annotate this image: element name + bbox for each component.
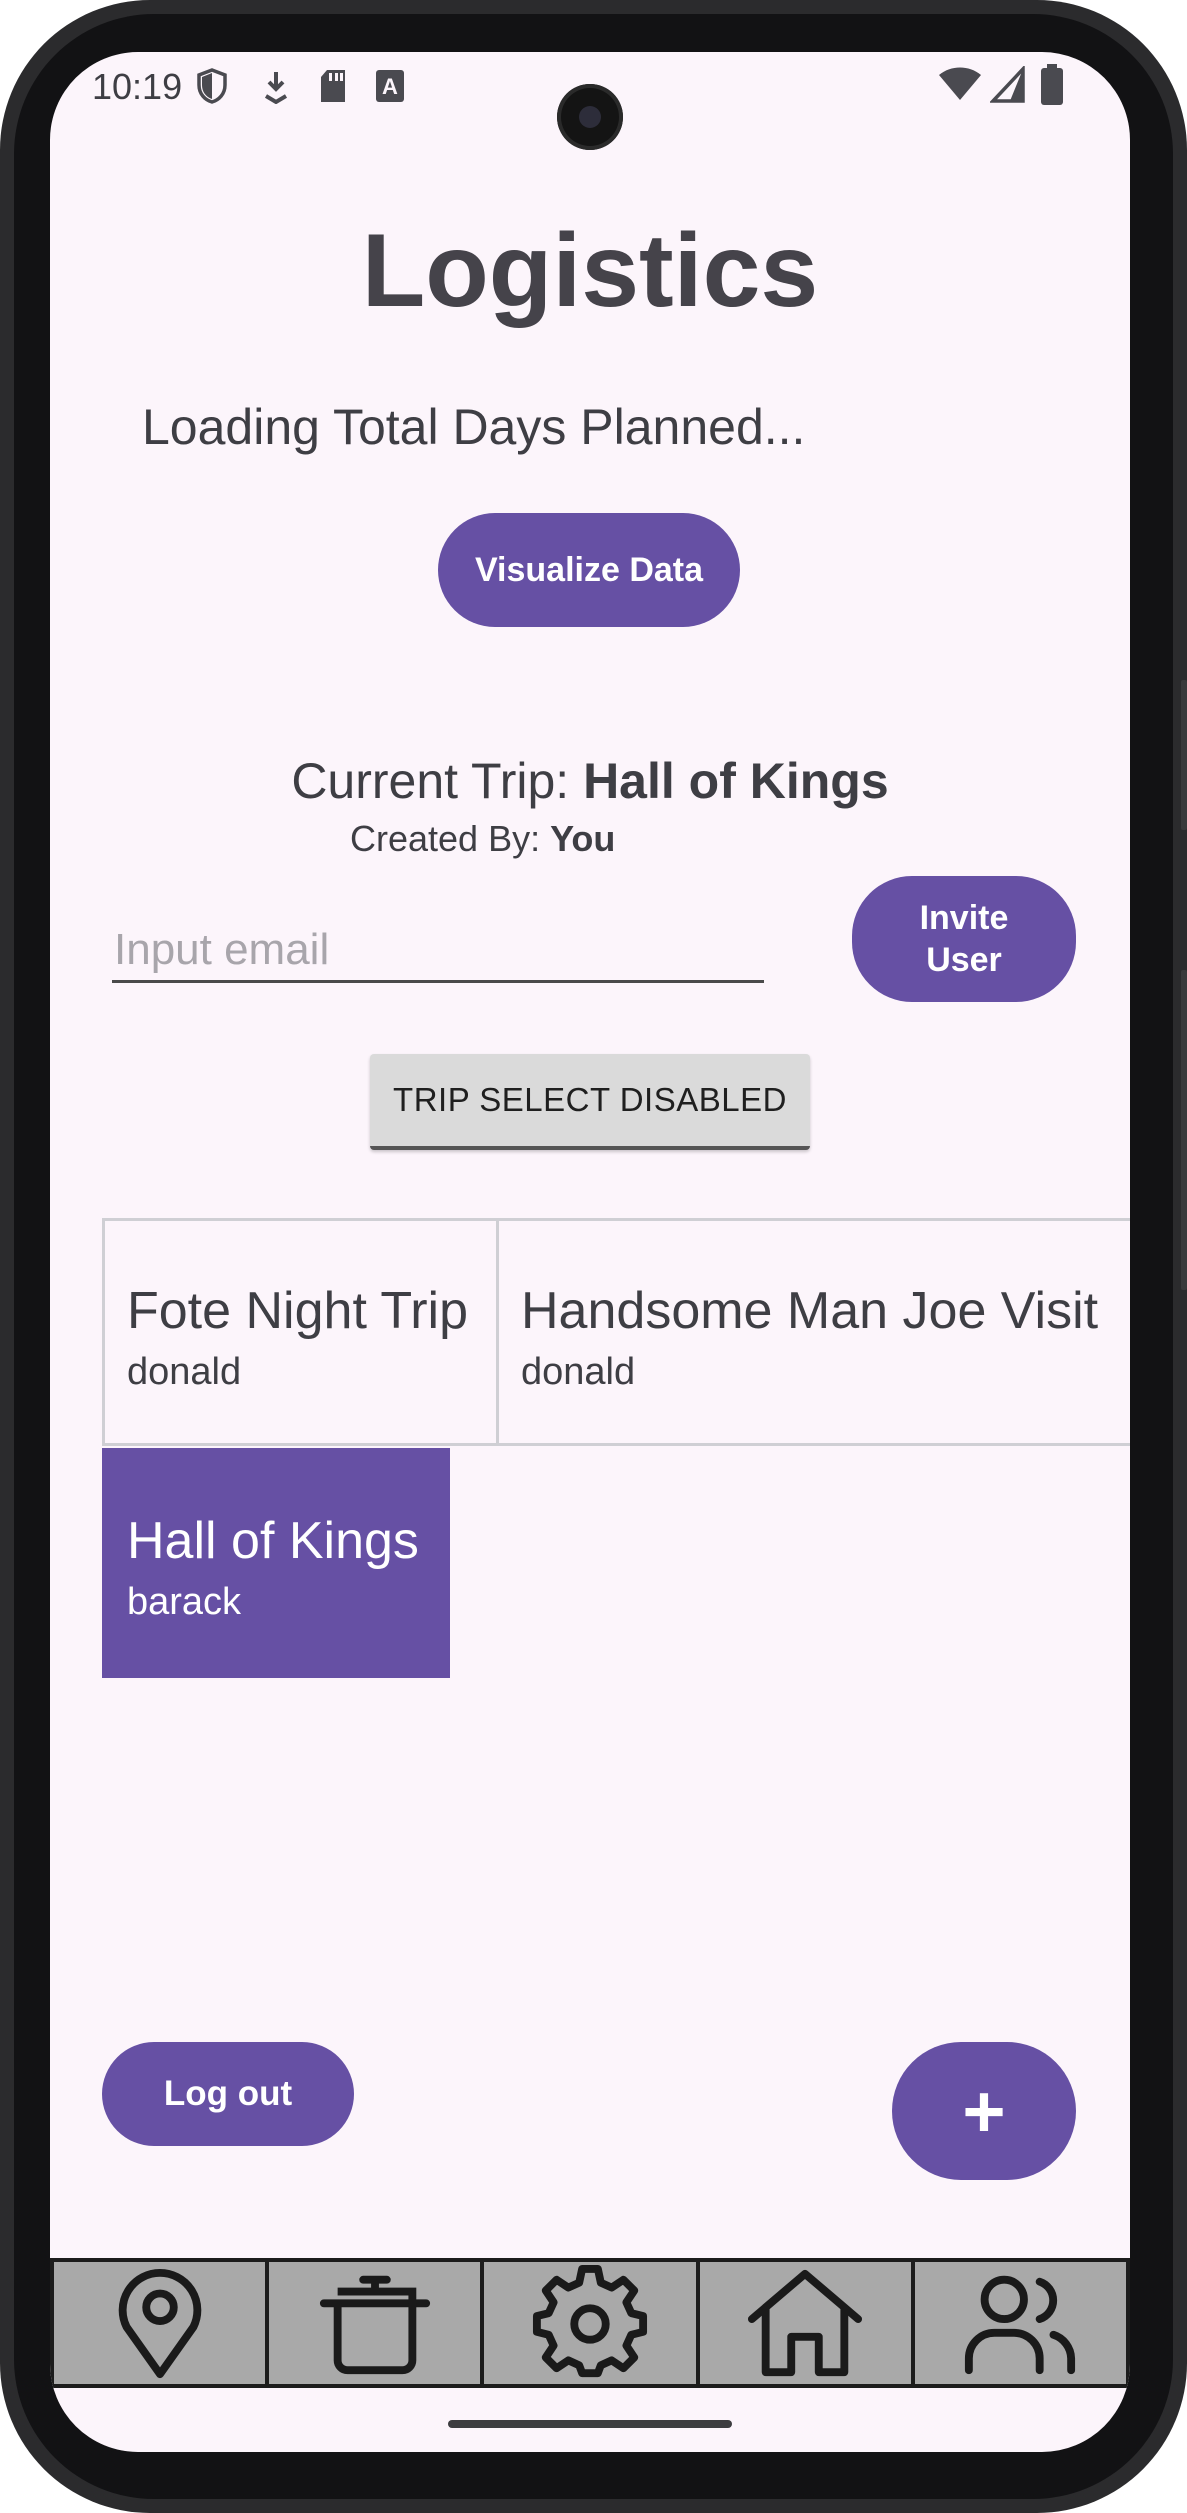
- download-icon: [264, 72, 288, 104]
- front-camera: [557, 84, 623, 150]
- battery-icon: [1041, 64, 1063, 105]
- gesture-home-indicator[interactable]: [448, 2420, 732, 2428]
- current-trip-heading: Current Trip: Hall of Kings: [50, 752, 1130, 810]
- created-by-value: You: [550, 818, 616, 859]
- trip-card-name: Fote Night Trip: [127, 1282, 469, 1340]
- add-trip-button[interactable]: +: [892, 2042, 1076, 2180]
- wifi-icon: [939, 67, 981, 100]
- gear-icon: [532, 2264, 648, 2378]
- trip-card-owner: donald: [127, 1351, 242, 1393]
- keyboard-a-icon: A: [376, 70, 404, 102]
- volume-button: [1181, 680, 1187, 830]
- nav-map[interactable]: [50, 2262, 265, 2384]
- trip-card-selected[interactable]: Hall of Kings barack: [102, 1448, 450, 1678]
- page-title: Logistics: [361, 213, 819, 329]
- cooking-pot-icon: [319, 2275, 430, 2375]
- sd-card-icon: [321, 70, 345, 102]
- app-screen: 10:19 A Logistics Loading Total Days Pla…: [50, 52, 1130, 2452]
- total-days-status: Loading Total Days Planned...: [142, 399, 806, 455]
- created-by-label: Created By:: [350, 818, 551, 859]
- visualize-data-button[interactable]: Visualize Data: [438, 513, 740, 627]
- nav-settings[interactable]: [480, 2262, 695, 2384]
- trip-card-owner: barack: [127, 1581, 242, 1623]
- users-icon: [965, 2275, 1076, 2375]
- home-icon: [748, 2269, 863, 2377]
- invite-user-button[interactable]: Invite User: [852, 876, 1076, 1002]
- bottom-nav: [50, 2258, 1130, 2388]
- current-trip-name: Hall of Kings: [583, 753, 889, 809]
- status-time: 10:19: [92, 66, 183, 107]
- trip-card[interactable]: Fote Night Trip donald: [102, 1218, 500, 1446]
- nav-home[interactable]: [695, 2262, 911, 2384]
- nav-food[interactable]: [265, 2262, 480, 2384]
- nav-users[interactable]: [910, 2262, 1130, 2384]
- shield-icon: [197, 68, 227, 104]
- trip-card-name: Handsome Man Joe Visit: [521, 1282, 1099, 1340]
- power-button: [1181, 970, 1187, 1290]
- trip-card[interactable]: Handsome Man Joe Visit donald: [496, 1218, 1130, 1446]
- logout-button[interactable]: Log out: [102, 2042, 354, 2146]
- location-pin-icon: [118, 2268, 201, 2379]
- signal-icon: [990, 66, 1025, 103]
- svg-text:A: A: [382, 74, 398, 99]
- trip-card-name: Hall of Kings: [127, 1512, 419, 1570]
- invite-email-input[interactable]: [112, 920, 764, 983]
- trip-select-disabled-button[interactable]: TRIP SELECT DISABLED: [370, 1054, 810, 1150]
- trip-creator: Created By: You: [350, 818, 615, 860]
- trip-card-owner: donald: [521, 1351, 636, 1393]
- current-trip-label: Current Trip:: [291, 753, 584, 809]
